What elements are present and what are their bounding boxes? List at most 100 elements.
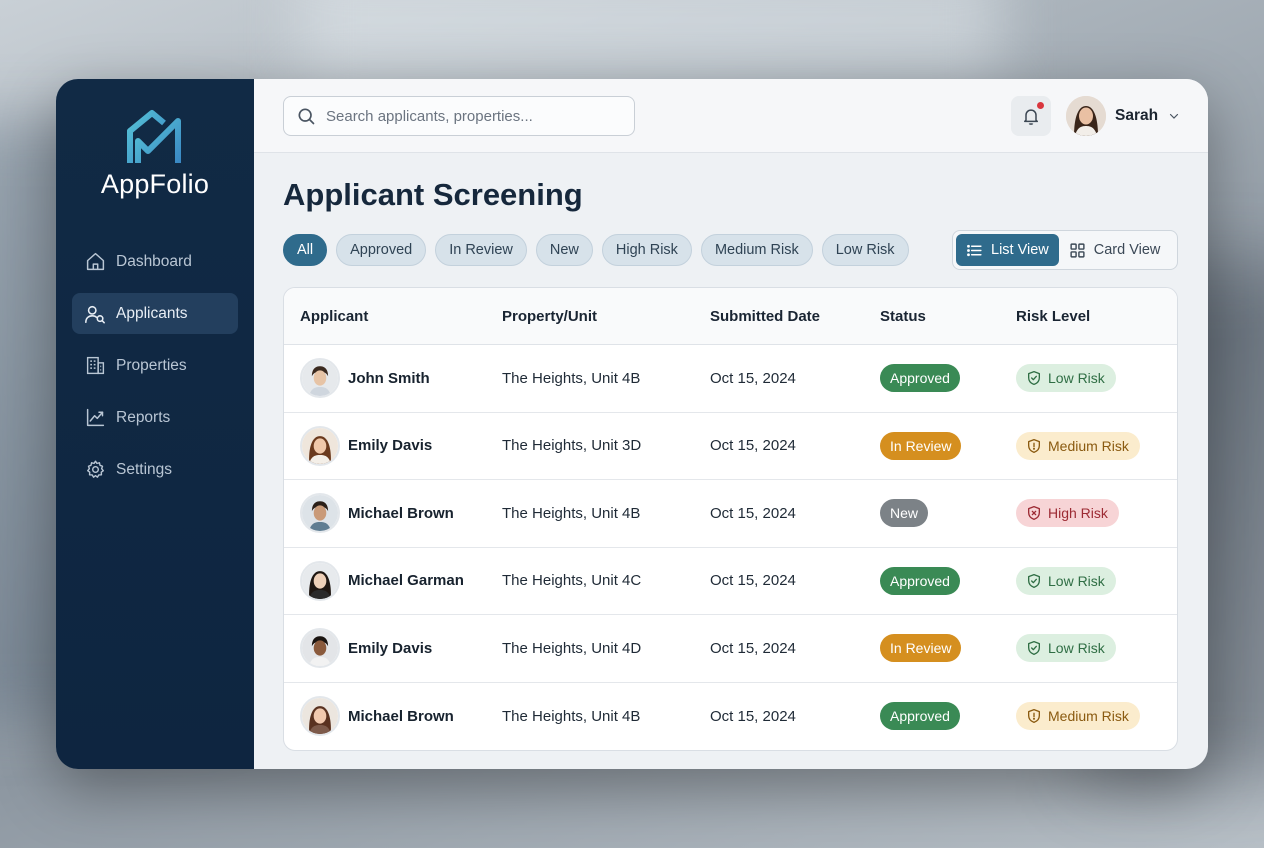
avatar bbox=[300, 560, 340, 601]
search-icon bbox=[298, 108, 315, 125]
sidebar-item-dashboard[interactable]: Dashboard bbox=[72, 241, 238, 282]
risk-label: Low Risk bbox=[1048, 640, 1105, 657]
risk-label: Low Risk bbox=[1048, 370, 1105, 387]
filter-chip-high-risk[interactable]: High Risk bbox=[601, 234, 692, 266]
table-row[interactable]: Emily Davis The Heights, Unit 3D Oct 15,… bbox=[284, 413, 1177, 480]
column-header-risk-level[interactable]: Risk Level bbox=[1016, 308, 1176, 325]
view-toggle: List View Card View bbox=[952, 230, 1178, 270]
avatar bbox=[300, 696, 340, 737]
risk-badge: High Risk bbox=[1016, 499, 1119, 528]
risk-badge: Medium Risk bbox=[1016, 702, 1140, 731]
filter-chip-in-review[interactable]: In Review bbox=[435, 234, 527, 266]
filter-chips: All Approved In Review New High Risk Med… bbox=[283, 234, 918, 266]
status-cell: Approved bbox=[880, 364, 1016, 393]
column-header-property[interactable]: Property/Unit bbox=[502, 308, 710, 325]
grid-icon bbox=[1069, 242, 1086, 259]
risk-cell: High Risk bbox=[1016, 499, 1176, 528]
sidebar-nav: Dashboard Applicants Properties Reports bbox=[72, 241, 238, 501]
applicant-name[interactable]: Michael Brown bbox=[348, 505, 454, 522]
table-row[interactable]: Michael Brown The Heights, Unit 4B Oct 1… bbox=[284, 683, 1177, 751]
sidebar-item-label: Dashboard bbox=[116, 252, 192, 270]
list-view-button[interactable]: List View bbox=[956, 234, 1059, 266]
sidebar: AppFolio Dashboard Applicants Properties bbox=[56, 79, 254, 769]
notification-dot bbox=[1037, 102, 1044, 109]
status-badge: In Review bbox=[880, 634, 962, 663]
list-view-label: List View bbox=[991, 242, 1049, 258]
column-header-applicant[interactable]: Applicant bbox=[284, 308, 502, 325]
filter-chip-medium-risk[interactable]: Medium Risk bbox=[700, 234, 813, 266]
applicant-name[interactable]: Emily Davis bbox=[348, 437, 432, 454]
risk-label: High Risk bbox=[1048, 505, 1108, 522]
applicant-cell: Emily Davis bbox=[284, 628, 502, 669]
applicant-name[interactable]: Michael Garman bbox=[348, 572, 464, 589]
avatar bbox=[300, 493, 340, 534]
gear-icon bbox=[84, 459, 106, 481]
filter-chip-new[interactable]: New bbox=[535, 234, 593, 266]
table-header: Applicant Property/Unit Submitted Date S… bbox=[284, 288, 1177, 345]
table-body: John Smith The Heights, Unit 4B Oct 15, … bbox=[284, 345, 1177, 750]
user-menu[interactable]: Sarah bbox=[1066, 95, 1180, 137]
app-name: AppFolio bbox=[100, 169, 210, 199]
risk-badge: Low Risk bbox=[1016, 566, 1116, 595]
status-badge: Approved bbox=[880, 364, 960, 393]
shield-alert-icon bbox=[1026, 708, 1042, 724]
table-row[interactable]: Michael Brown The Heights, Unit 4B Oct 1… bbox=[284, 480, 1177, 548]
risk-label: Medium Risk bbox=[1048, 437, 1129, 454]
applicant-name[interactable]: John Smith bbox=[348, 370, 430, 387]
card-view-label: Card View bbox=[1093, 242, 1161, 258]
list-icon bbox=[966, 242, 983, 259]
sidebar-item-settings[interactable]: Settings bbox=[72, 449, 238, 490]
sidebar-item-label: Properties bbox=[116, 356, 187, 374]
submitted-date-cell: Oct 15, 2024 bbox=[710, 707, 796, 725]
sidebar-item-applicants[interactable]: Applicants bbox=[72, 293, 238, 334]
risk-cell: Low Risk bbox=[1016, 566, 1176, 595]
status-badge: In Review bbox=[880, 431, 962, 460]
notification-button[interactable] bbox=[1011, 96, 1051, 136]
applicant-cell: Michael Brown bbox=[284, 696, 502, 737]
sidebar-item-properties[interactable]: Properties bbox=[72, 345, 238, 386]
filter-chip-approved[interactable]: Approved bbox=[336, 234, 427, 266]
user-search-icon bbox=[84, 303, 106, 325]
filter-chip-low-risk[interactable]: Low Risk bbox=[821, 234, 909, 266]
shield-check-icon bbox=[1026, 370, 1042, 386]
property-cell: The Heights, Unit 4C bbox=[502, 572, 642, 590]
main-content: Sarah Applicant Screening All Approved I… bbox=[254, 79, 1208, 769]
avatar bbox=[300, 425, 340, 466]
app-window: AppFolio Dashboard Applicants Properties bbox=[56, 79, 1208, 769]
trend-chart-icon bbox=[84, 407, 106, 429]
shield-check-icon bbox=[1026, 573, 1042, 589]
column-header-submitted-date[interactable]: Submitted Date bbox=[710, 308, 880, 325]
bell-icon bbox=[1024, 109, 1038, 125]
property-cell: The Heights, Unit 4B bbox=[502, 707, 641, 725]
avatar bbox=[300, 628, 340, 669]
table-row[interactable]: Emily Davis The Heights, Unit 4D Oct 15,… bbox=[284, 615, 1177, 683]
applicant-name[interactable]: Emily Davis bbox=[348, 640, 432, 657]
shield-alert-icon bbox=[1026, 438, 1042, 454]
submitted-date-cell: Oct 15, 2024 bbox=[710, 504, 796, 522]
chevron-down-icon bbox=[1169, 113, 1179, 119]
table-row[interactable]: Michael Garman The Heights, Unit 4C Oct … bbox=[284, 548, 1177, 615]
sidebar-item-reports[interactable]: Reports bbox=[72, 397, 238, 438]
column-header-status[interactable]: Status bbox=[880, 308, 1016, 325]
card-view-button[interactable]: Card View bbox=[1059, 234, 1171, 266]
risk-cell: Low Risk bbox=[1016, 634, 1176, 663]
applicant-cell: Michael Garman bbox=[284, 560, 502, 601]
applicant-cell: Michael Brown bbox=[284, 493, 502, 534]
sidebar-item-label: Settings bbox=[116, 460, 173, 478]
home-icon bbox=[84, 251, 106, 273]
avatar bbox=[300, 358, 340, 399]
property-cell: The Heights, Unit 4B bbox=[502, 369, 641, 387]
risk-cell: Low Risk bbox=[1016, 364, 1176, 393]
applicant-name[interactable]: Michael Brown bbox=[348, 708, 454, 725]
submitted-date-cell: Oct 15, 2024 bbox=[710, 572, 796, 590]
applicant-cell: John Smith bbox=[284, 358, 502, 399]
search-input[interactable] bbox=[326, 107, 616, 125]
property-cell: The Heights, Unit 3D bbox=[502, 437, 642, 455]
filter-chip-all[interactable]: All bbox=[283, 234, 328, 266]
status-badge: New bbox=[880, 499, 929, 528]
status-cell: Approved bbox=[880, 702, 1016, 731]
submitted-date-cell: Oct 15, 2024 bbox=[710, 369, 796, 387]
status-cell: Approved bbox=[880, 566, 1016, 595]
table-row[interactable]: John Smith The Heights, Unit 4B Oct 15, … bbox=[284, 345, 1177, 413]
risk-badge: Medium Risk bbox=[1016, 431, 1140, 460]
